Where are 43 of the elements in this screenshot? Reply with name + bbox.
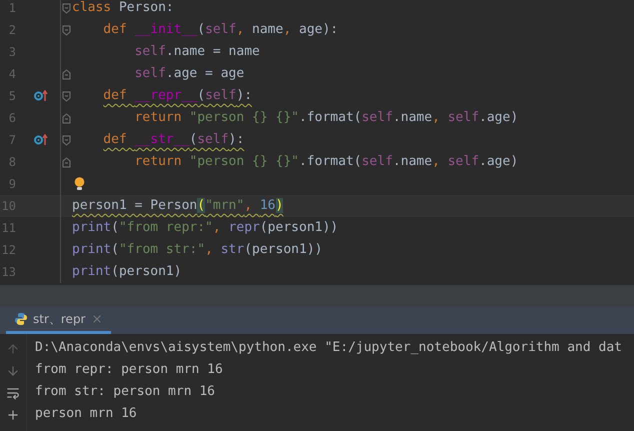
line-number: 9 [8,177,16,191]
line-number: 7 [8,133,16,147]
line-number: 6 [8,111,16,125]
code-line: return "person {} {}".format(self.name, self.age) [134,109,518,127]
python-icon [14,312,28,326]
code-line: self.name = name [134,43,260,61]
fold-icon[interactable] [62,134,71,146]
fold-icon[interactable] [62,68,71,80]
console-output-line: from repr: person mrn 16 [35,361,224,379]
code-line: return "person {} {}".format(self.name, self.age) [134,153,518,171]
override-icon[interactable] [34,90,48,102]
fold-icon[interactable] [62,24,71,36]
code-line: print("from repr:", repr(person1)) [72,219,338,237]
line-number: 1 [8,1,16,15]
line-number: 8 [8,155,16,169]
plus-icon[interactable] [6,408,20,422]
code-line: self.age = age [134,65,244,83]
code-line: def __init__(self, name, age): [103,21,338,39]
code-line: print("from str:", str(person1)) [72,241,322,259]
soft-wrap-icon[interactable] [6,386,20,400]
line-number: 3 [8,45,16,59]
console-output-line: D:\Anaconda\envs\aisystem\python.exe "E:/jupyter_notebook/Algorithm and dat [35,339,622,357]
line-number: 5 [8,89,16,103]
code-line: def __repr__(self): [103,87,252,105]
line-number: 12 [0,243,16,257]
line-number: 2 [8,23,16,37]
line-number: 11 [0,221,16,235]
lightbulb-icon[interactable] [74,177,85,191]
line-number: 4 [8,67,16,81]
fold-icon[interactable] [62,112,71,124]
code-line: print(person1) [72,263,182,281]
fold-icon[interactable] [62,156,71,168]
close-icon[interactable] [90,313,102,325]
code-line: person1 = Person("mrn", 16) [72,197,284,215]
code-line: class Person: [72,0,174,17]
tab-label: str、repr [33,310,86,328]
fold-icon[interactable] [62,2,71,14]
code-line: def __str__(self): [103,131,244,149]
console-output-line: person mrn 16 [35,405,138,423]
console-output-line: from str: person mrn 16 [35,383,216,401]
line-number: 13 [0,265,16,279]
override-icon[interactable] [34,134,48,146]
fold-icon[interactable] [62,90,71,102]
